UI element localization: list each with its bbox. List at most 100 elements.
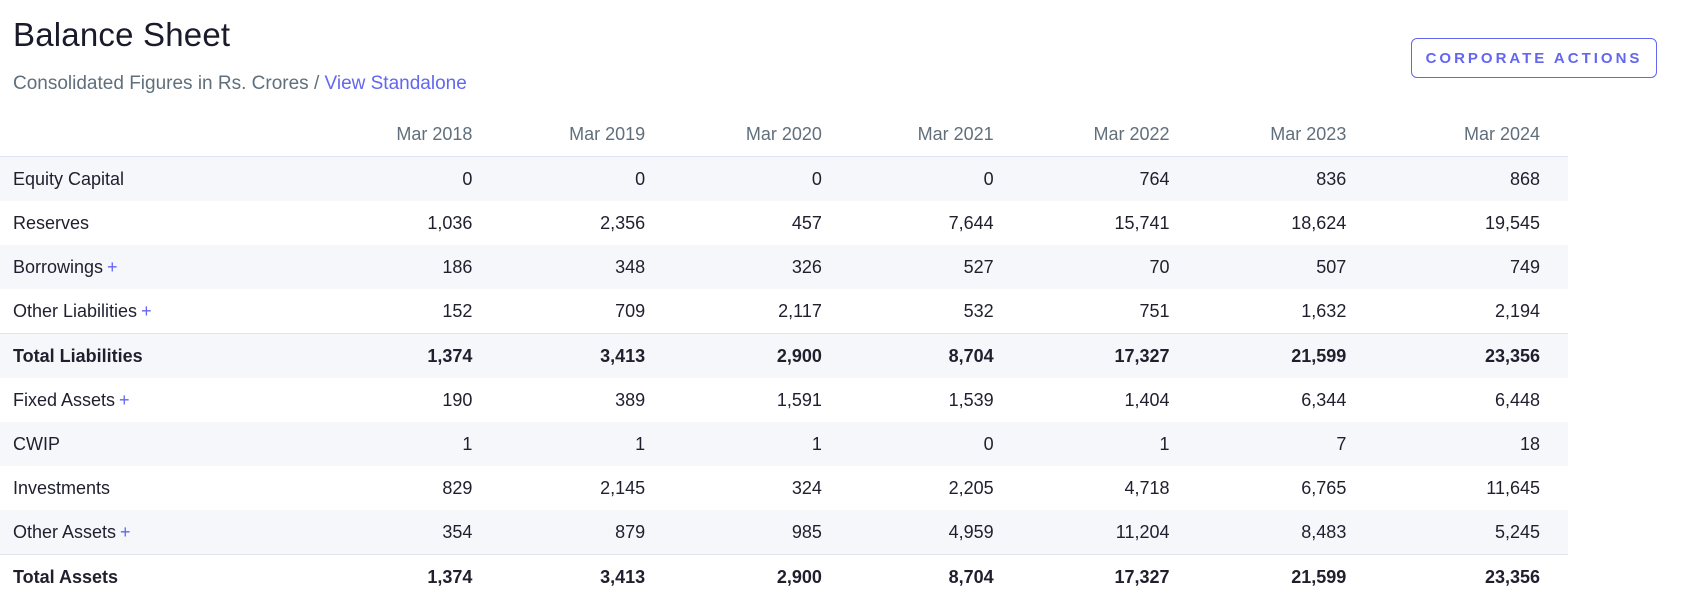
value-cell: 0 xyxy=(327,156,503,201)
row-label-cell: CWIP xyxy=(0,422,328,466)
expand-plus-icon[interactable]: + xyxy=(119,390,130,410)
value-cell: 829 xyxy=(442,477,473,498)
value-cell: 8,704 xyxy=(851,554,1024,599)
row-label: Investments xyxy=(13,477,111,498)
value-cell: 18 xyxy=(1376,422,1568,466)
row-label: Equity Capital xyxy=(13,168,125,189)
subtitle-text: Consolidated Figures in Rs. Crores / xyxy=(13,73,325,94)
value-cell: 348 xyxy=(502,245,676,289)
value-cell: 5,245 xyxy=(1376,510,1568,555)
value-cell: 3,413 xyxy=(502,333,676,378)
value-cell: 21,599 xyxy=(1199,554,1377,599)
value-cell: 2,145 xyxy=(600,477,646,498)
row-label: Total Assets xyxy=(13,566,119,587)
value-cell: 868 xyxy=(1376,156,1568,201)
table-row[interactable]: Fixed Assets +190 389 1,591 1,539 1,404 6,344 6… xyxy=(0,378,1568,422)
value-cell: 3,413 xyxy=(502,554,676,599)
column-header: Mar 2019 xyxy=(502,112,676,157)
row-label: Reserves xyxy=(13,212,90,233)
value-cell: 2,117 xyxy=(778,300,822,321)
value-cell: 1,632 xyxy=(1301,300,1347,321)
value-cell: 389 xyxy=(615,389,646,410)
table-row: Equity Capital 0 0 0 0 764 836 868 xyxy=(0,156,1568,201)
value-cell: 1,374 xyxy=(327,333,503,378)
value-cell: 8,483 xyxy=(1199,510,1377,555)
column-header: Mar 2022 xyxy=(1023,112,1200,157)
value-cell: 507 xyxy=(1199,245,1377,289)
row-label-cell[interactable]: Other Liabilities + xyxy=(0,289,328,334)
table-body: Equity Capital 0 0 0 0 764 836 868 Reserves 1,036… xyxy=(0,156,1568,599)
value-cell: 1,539 xyxy=(948,389,994,410)
value-cell: 21,599 xyxy=(1199,333,1377,378)
value-cell: 19,545 xyxy=(1484,212,1540,233)
value-cell: 18,624 xyxy=(1291,212,1347,233)
table-row[interactable]: Other Assets +354 879 985 4,959 11,204 8,483 5,… xyxy=(0,510,1568,555)
row-label: CWIP xyxy=(13,433,60,454)
value-cell: 190 xyxy=(442,389,473,410)
table-total-row: Total Liabilities 1,374 3,413 2,900 8,704 17,… xyxy=(0,333,1568,378)
value-cell: 7 xyxy=(1199,422,1377,466)
row-label: Other Assets xyxy=(13,521,117,542)
value-cell: 6,448 xyxy=(1494,389,1540,410)
value-cell: 0 xyxy=(851,156,1024,201)
row-label-cell[interactable]: Fixed Assets + xyxy=(0,378,328,422)
row-label-cell: Investments xyxy=(0,466,328,510)
table-row[interactable]: Other Liabilities +152 709 2,117 532 751 1,632… xyxy=(0,289,1568,334)
column-header: Mar 2020 xyxy=(675,112,852,157)
value-cell: 709 xyxy=(615,300,646,321)
value-cell: 15,741 xyxy=(1114,212,1170,233)
value-cell: 4,718 xyxy=(1124,477,1170,498)
row-label-cell: Equity Capital xyxy=(0,156,328,201)
value-cell: 152 xyxy=(442,300,473,321)
row-label-cell: Reserves xyxy=(0,201,328,245)
expand-plus-icon[interactable]: + xyxy=(107,257,118,277)
view-standalone-link[interactable]: View Standalone xyxy=(325,73,467,94)
value-cell: 879 xyxy=(502,510,676,555)
table-header-row: Mar 2018 Mar 2019 Mar 2020 Mar 2021 Mar 2022… xyxy=(0,112,1568,157)
value-cell: 2,356 xyxy=(600,212,646,233)
value-cell: 457 xyxy=(791,212,822,233)
value-cell: 6,765 xyxy=(1301,477,1347,498)
row-label-cell[interactable]: Borrowings + xyxy=(0,245,328,289)
subtitle: Consolidated Figures in Rs. Crores / Vie… xyxy=(13,73,467,95)
value-cell: 532 xyxy=(963,300,994,321)
corporate-actions-button[interactable]: CORPORATE ACTIONS xyxy=(1411,38,1657,78)
value-cell: 17,327 xyxy=(1023,333,1200,378)
row-label-cell: Total Assets xyxy=(0,554,328,599)
value-cell: 7,644 xyxy=(948,212,994,233)
value-cell: 354 xyxy=(327,510,503,555)
table-row: CWIP 1 1 1 0 1 7 18 xyxy=(0,422,1568,466)
expand-plus-icon[interactable]: + xyxy=(141,301,152,321)
value-cell: 1 xyxy=(327,422,503,466)
row-label-cell[interactable]: Other Assets + xyxy=(0,510,328,555)
value-cell: 0 xyxy=(675,156,852,201)
value-cell: 2,194 xyxy=(1494,300,1540,321)
row-label: Fixed Assets xyxy=(13,389,116,410)
value-cell: 324 xyxy=(791,477,822,498)
value-cell: 8,704 xyxy=(851,333,1024,378)
value-cell: 2,900 xyxy=(675,554,852,599)
value-cell: 1 xyxy=(502,422,676,466)
value-cell: 11,645 xyxy=(1486,477,1540,498)
expand-plus-icon[interactable]: + xyxy=(120,522,131,542)
header-label-cell xyxy=(0,112,328,157)
value-cell: 1,374 xyxy=(327,554,503,599)
row-label: Other Liabilities xyxy=(13,300,138,321)
value-cell: 1,591 xyxy=(776,389,822,410)
table-row[interactable]: Borrowings +186 348 326 527 70 507 749 xyxy=(0,245,1568,289)
row-label: Borrowings xyxy=(13,256,104,277)
table-total-row: Total Assets 1,374 3,413 2,900 8,704 17,327 21… xyxy=(0,554,1568,599)
value-cell: 749 xyxy=(1376,245,1568,289)
value-cell: 0 xyxy=(851,422,1024,466)
column-header: Mar 2021 xyxy=(851,112,1024,157)
row-label-cell: Total Liabilities xyxy=(0,333,328,378)
value-cell: 764 xyxy=(1023,156,1200,201)
value-cell: 527 xyxy=(851,245,1024,289)
balance-sheet-table: Mar 2018 Mar 2019 Mar 2020 Mar 2021 Mar 2022… xyxy=(0,112,1568,599)
value-cell: 70 xyxy=(1023,245,1200,289)
value-cell: 2,900 xyxy=(675,333,852,378)
value-cell: 23,356 xyxy=(1376,554,1568,599)
column-header: Mar 2024 xyxy=(1376,112,1568,157)
value-cell: 751 xyxy=(1139,300,1170,321)
value-cell: 1 xyxy=(675,422,852,466)
